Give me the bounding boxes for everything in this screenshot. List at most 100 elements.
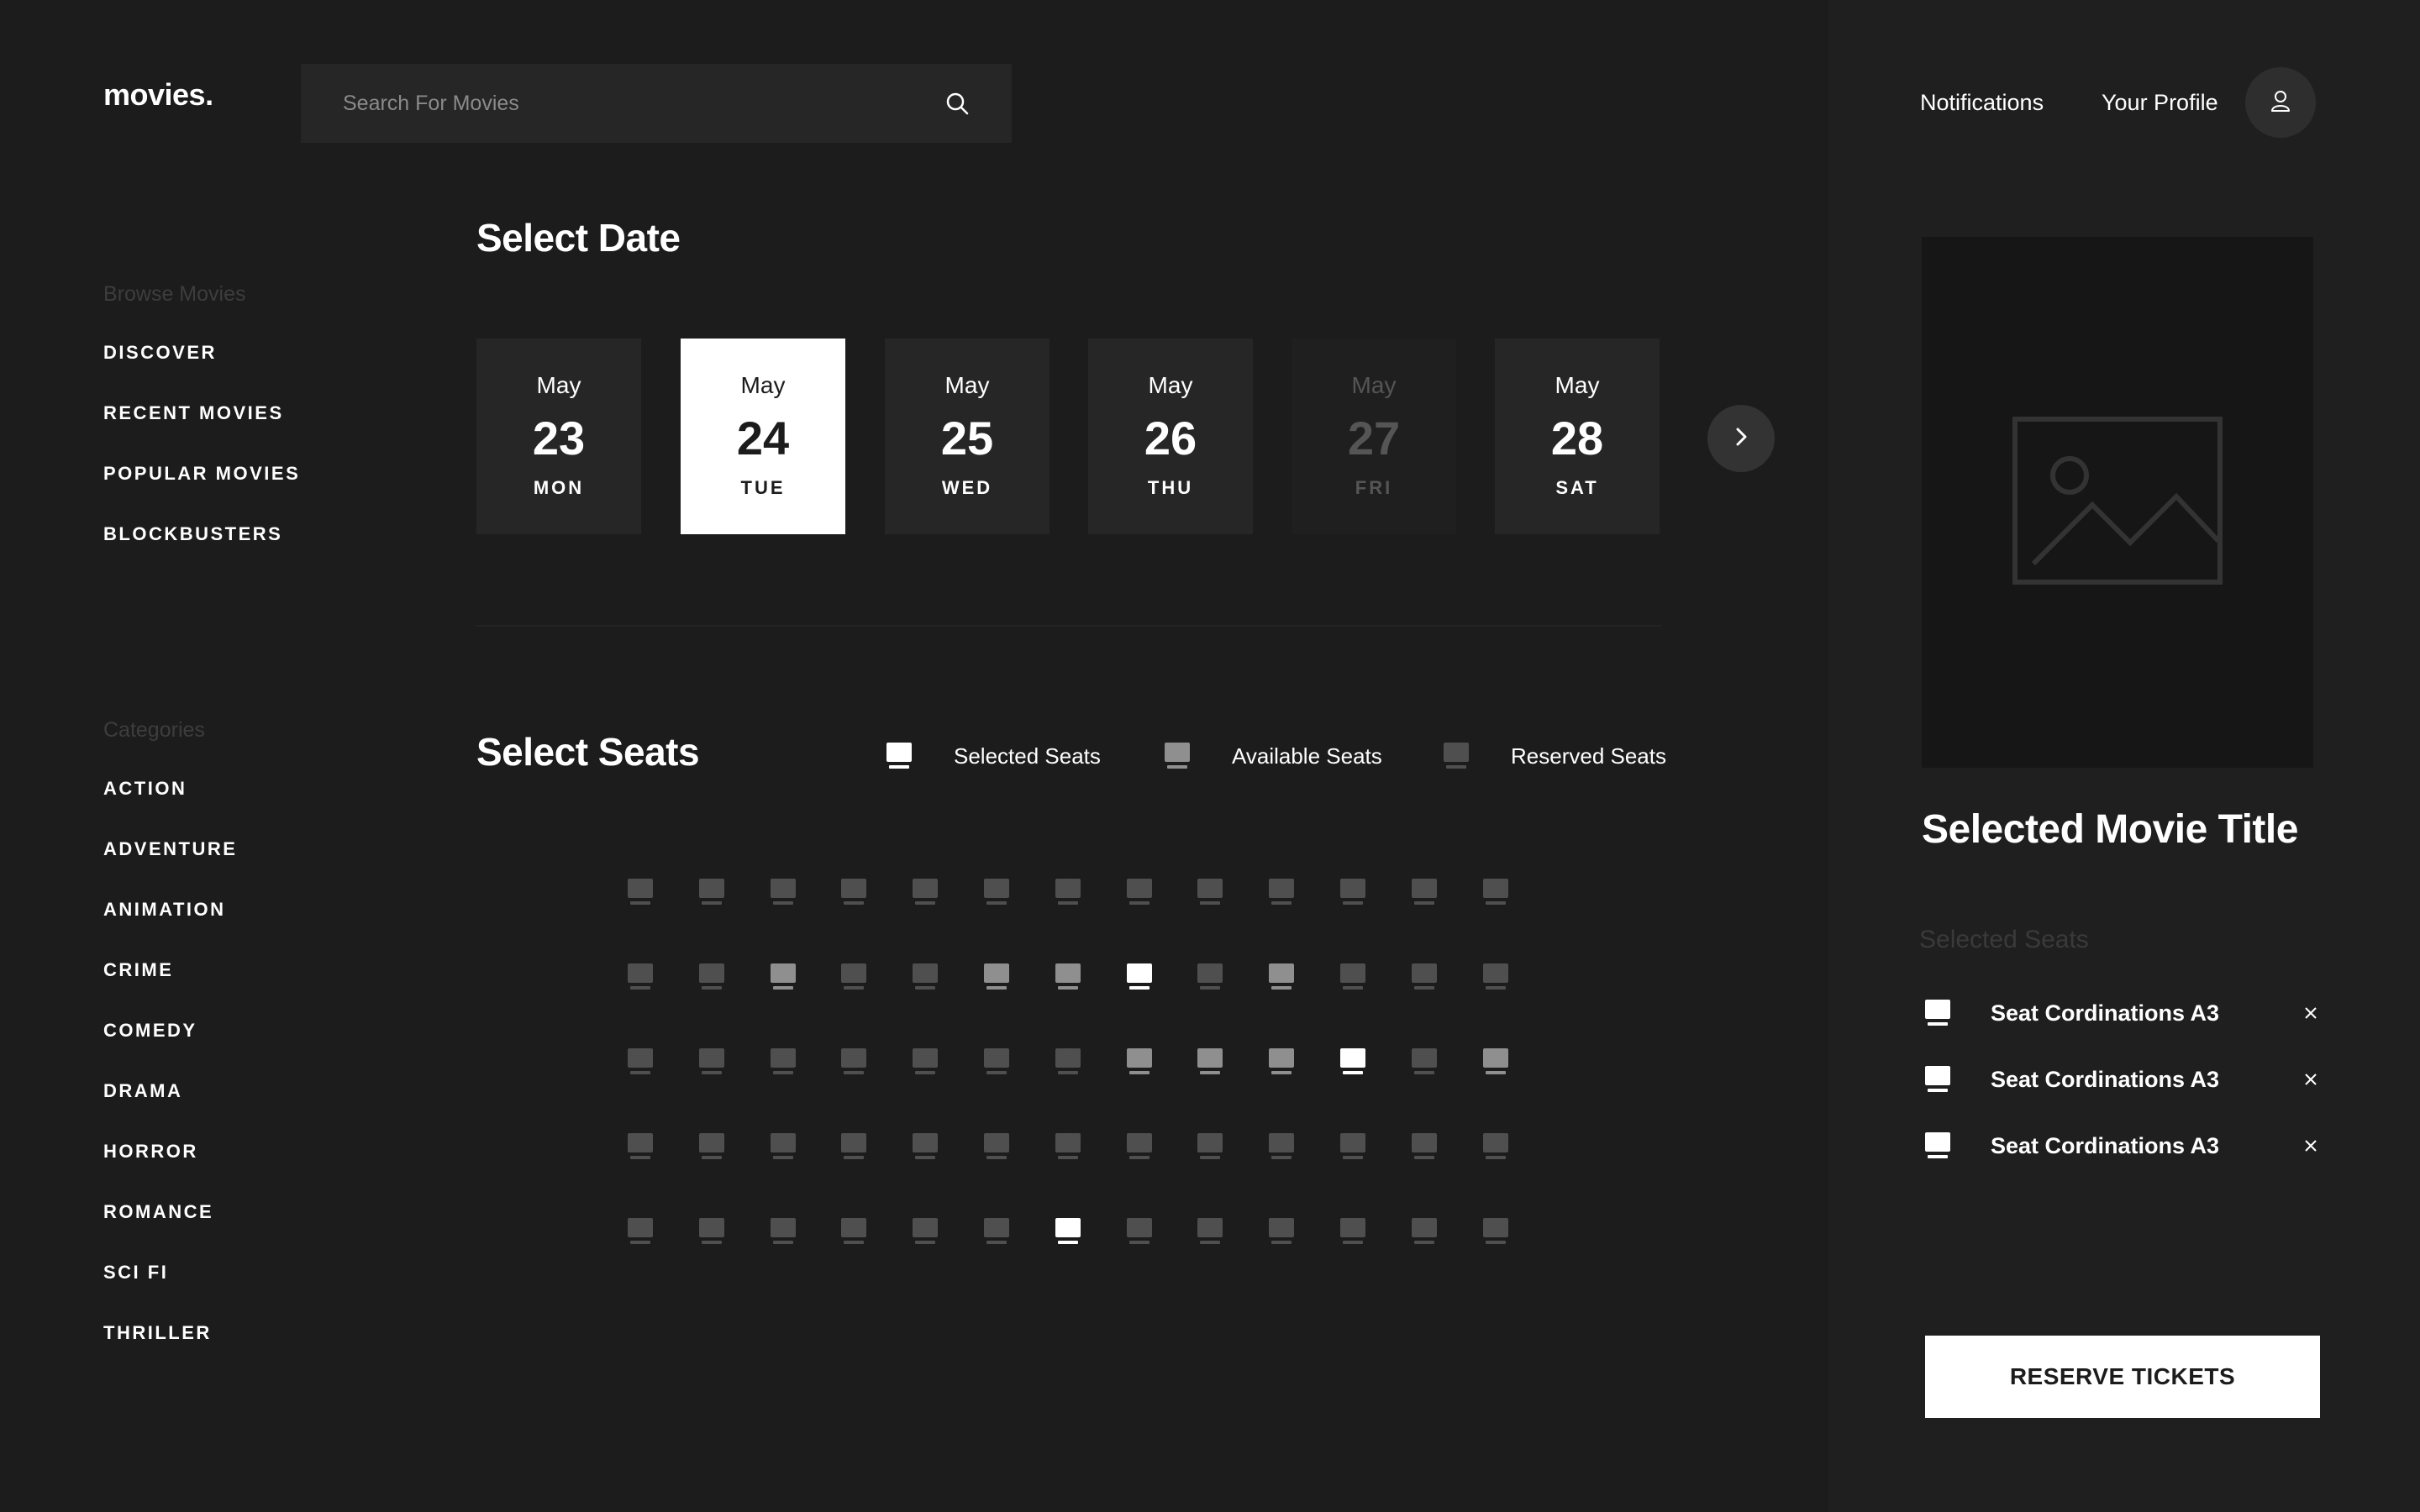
seat[interactable] [628, 1048, 653, 1075]
reserve-tickets-button[interactable]: RESERVE TICKETS [1925, 1336, 2320, 1418]
seat[interactable] [699, 879, 724, 906]
sidebar-item-recent-movies[interactable]: RECENT MOVIES [103, 383, 300, 444]
seat[interactable] [771, 1048, 796, 1075]
seat-available-icon [1165, 743, 1190, 769]
seat[interactable] [1197, 963, 1223, 990]
sidebar-item-animation[interactable]: ANIMATION [103, 879, 237, 940]
seat[interactable] [841, 879, 866, 906]
seat[interactable] [913, 1048, 938, 1075]
seat[interactable] [1483, 963, 1508, 990]
your-profile-link[interactable]: Your Profile [2102, 90, 2218, 116]
seat[interactable] [1269, 1048, 1294, 1075]
seat[interactable] [1269, 1218, 1294, 1245]
seat[interactable] [1483, 1218, 1508, 1245]
seat[interactable] [913, 963, 938, 990]
seat[interactable] [699, 1133, 724, 1160]
seat[interactable] [1269, 879, 1294, 906]
sidebar-item-romance[interactable]: ROMANCE [103, 1182, 237, 1242]
seat[interactable] [1340, 963, 1365, 990]
seat[interactable] [699, 963, 724, 990]
legend-reserved: Reserved Seats [1444, 739, 1666, 773]
sidebar-item-discover[interactable]: DISCOVER [103, 323, 300, 383]
seat[interactable] [1127, 1218, 1152, 1245]
seat[interactable] [1412, 1048, 1437, 1075]
seat[interactable] [1483, 879, 1508, 906]
sidebar-item-thriller[interactable]: THRILLER [103, 1303, 237, 1363]
sidebar-item-popular-movies[interactable]: POPULAR MOVIES [103, 444, 300, 504]
seat[interactable] [984, 1218, 1009, 1245]
avatar-button[interactable] [2245, 67, 2316, 138]
sidebar-item-crime[interactable]: CRIME [103, 940, 237, 1000]
remove-seat-button[interactable] [2298, 1067, 2323, 1092]
seat[interactable] [984, 963, 1009, 990]
seat[interactable] [1197, 1048, 1223, 1075]
seat[interactable] [1055, 879, 1081, 906]
seat[interactable] [841, 963, 866, 990]
seat[interactable] [984, 1048, 1009, 1075]
seat[interactable] [913, 1133, 938, 1160]
sidebar-item-comedy[interactable]: COMEDY [103, 1000, 237, 1061]
remove-seat-button[interactable] [2298, 1000, 2323, 1026]
search-icon[interactable] [943, 89, 971, 118]
date-card-28[interactable]: May 28 SAT [1495, 339, 1660, 534]
sidebar-item-blockbusters[interactable]: BLOCKBUSTERS [103, 504, 300, 564]
seat[interactable] [628, 1133, 653, 1160]
seat[interactable] [913, 1218, 938, 1245]
seat[interactable] [1412, 1133, 1437, 1160]
seat[interactable] [1197, 1133, 1223, 1160]
app-logo[interactable]: movies. [103, 77, 213, 113]
seat[interactable] [984, 879, 1009, 906]
seat[interactable] [1412, 1218, 1437, 1245]
seat[interactable] [771, 879, 796, 906]
seat[interactable] [913, 879, 938, 906]
seat[interactable] [984, 1133, 1009, 1160]
remove-seat-button[interactable] [2298, 1133, 2323, 1158]
seat[interactable] [841, 1133, 866, 1160]
seat[interactable] [771, 1218, 796, 1245]
seat[interactable] [1197, 1218, 1223, 1245]
seat[interactable] [1340, 879, 1365, 906]
search-bar[interactable] [301, 64, 1012, 143]
date-card-23[interactable]: May 23 MON [476, 339, 641, 534]
seat[interactable] [628, 963, 653, 990]
seat[interactable] [1127, 879, 1152, 906]
seat[interactable] [1127, 1048, 1152, 1075]
date-card-25[interactable]: May 25 WED [885, 339, 1050, 534]
seat[interactable] [1269, 963, 1294, 990]
seat[interactable] [1127, 1133, 1152, 1160]
seat[interactable] [1055, 1218, 1081, 1245]
seat[interactable] [699, 1048, 724, 1075]
seat[interactable] [1127, 963, 1152, 990]
date-card-26[interactable]: May 26 THU [1088, 339, 1253, 534]
seat[interactable] [771, 963, 796, 990]
seat[interactable] [1197, 879, 1223, 906]
seat[interactable] [1269, 1133, 1294, 1160]
seat[interactable] [1055, 963, 1081, 990]
notifications-link[interactable]: Notifications [1920, 90, 2044, 116]
seat[interactable] [1483, 1048, 1508, 1075]
seat[interactable] [628, 1218, 653, 1245]
seat[interactable] [699, 1218, 724, 1245]
selected-seats-heading: Selected Seats [1919, 926, 2089, 953]
seat[interactable] [1340, 1133, 1365, 1160]
seat[interactable] [1055, 1048, 1081, 1075]
seat[interactable] [841, 1218, 866, 1245]
seat[interactable] [1412, 963, 1437, 990]
sidebar-item-action[interactable]: ACTION [103, 759, 237, 819]
date-card-27[interactable]: May 27 FRI [1292, 339, 1456, 534]
seat[interactable] [1340, 1218, 1365, 1245]
seat[interactable] [771, 1133, 796, 1160]
seat[interactable] [628, 879, 653, 906]
seat[interactable] [1055, 1133, 1081, 1160]
sidebar-item-drama[interactable]: DRAMA [103, 1061, 237, 1121]
seat[interactable] [1412, 879, 1437, 906]
sidebar-item-adventure[interactable]: ADVENTURE [103, 819, 237, 879]
seat[interactable] [841, 1048, 866, 1075]
sidebar-item-horror[interactable]: HORROR [103, 1121, 237, 1182]
seat[interactable] [1483, 1133, 1508, 1160]
sidebar-item-sci-fi[interactable]: SCI FI [103, 1242, 237, 1303]
date-card-24[interactable]: May 24 TUE [681, 339, 845, 534]
search-input[interactable] [341, 90, 943, 117]
next-dates-button[interactable] [1707, 405, 1775, 472]
seat[interactable] [1340, 1048, 1365, 1075]
